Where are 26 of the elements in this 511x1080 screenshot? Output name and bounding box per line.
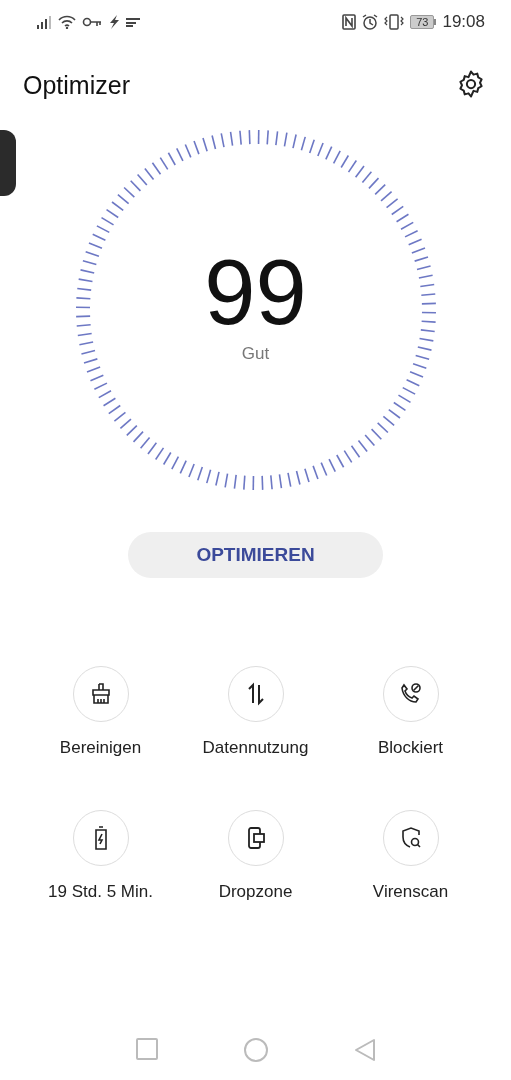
floating-side-handle[interactable] [0, 130, 16, 196]
tool-button[interactable]: Dropzone [178, 810, 333, 902]
tool-button[interactable]: Datennutzung [178, 666, 333, 758]
settings-icon [456, 69, 486, 99]
key-icon [82, 17, 102, 27]
phone-blocked-icon [398, 682, 423, 706]
optimize-button[interactable]: OPTIMIEREN [128, 532, 383, 578]
home-button[interactable] [243, 1038, 268, 1062]
clock-time: 19:08 [442, 12, 485, 32]
score-value: 99 [204, 246, 307, 338]
lightning-icon [108, 15, 120, 29]
tool-button[interactable]: Virenscan [333, 810, 488, 902]
battery-indicator: 73 [410, 15, 437, 29]
tool-button[interactable]: Blockiert [333, 666, 488, 758]
vibrate-icon [384, 14, 405, 30]
alarm-icon [362, 14, 379, 30]
tool-button[interactable]: 19 Std. 5 Min. [23, 810, 178, 902]
back-button[interactable] [353, 1038, 376, 1062]
wifi-icon [58, 15, 76, 29]
recents-button[interactable] [135, 1038, 158, 1060]
notification-icon [126, 17, 142, 27]
page-title: Optimizer [23, 70, 130, 100]
tool-button[interactable]: Bereinigen [23, 666, 178, 758]
nfc-icon [342, 14, 357, 30]
signal-icon [36, 15, 52, 29]
score-rating: Gut [241, 344, 270, 364]
